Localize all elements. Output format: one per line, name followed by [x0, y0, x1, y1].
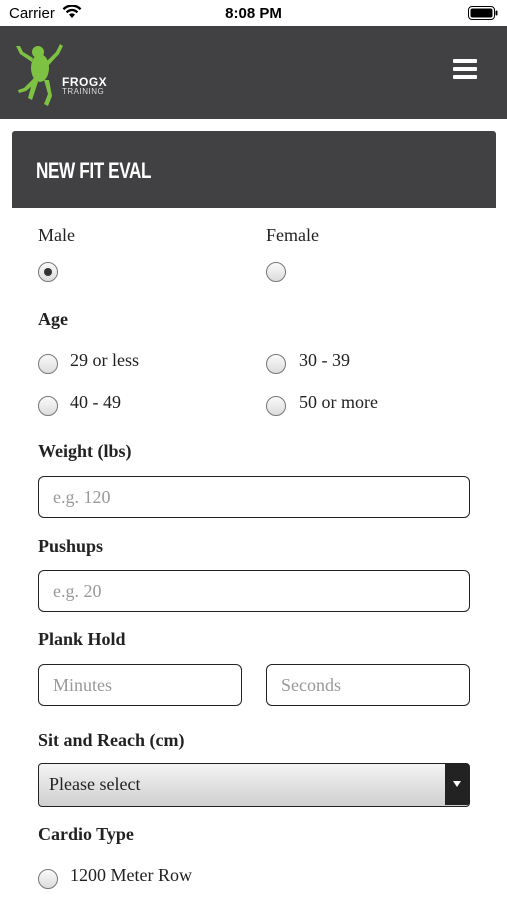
- pushups-label: Pushups: [38, 536, 104, 556]
- logo-subtext: TRAINING: [62, 87, 105, 96]
- frogx-logo[interactable]: FROGX TRAINING: [14, 38, 107, 110]
- age-label: Age: [38, 309, 68, 329]
- select-value: Please select: [49, 774, 141, 794]
- cardio-type-label: Cardio Type: [38, 824, 134, 844]
- age-radio-30-39[interactable]: [266, 354, 286, 374]
- form-card-header: NEW FIT EVAL: [12, 131, 496, 208]
- cardio-radio-1200-meter-row[interactable]: [38, 869, 58, 889]
- age-option-label: 50 or more: [299, 392, 378, 412]
- hamburger-menu-icon[interactable]: [453, 59, 477, 81]
- gender-female-label: Female: [266, 225, 319, 245]
- weight-input[interactable]: [38, 476, 470, 518]
- age-option-label: 30 - 39: [299, 350, 350, 370]
- sit-and-reach-select[interactable]: Please select: [38, 763, 470, 807]
- gender-male-label: Male: [38, 225, 75, 245]
- frog-icon: [16, 44, 63, 106]
- gender-female-radio[interactable]: [266, 262, 286, 282]
- age-option-label: 40 - 49: [70, 392, 121, 412]
- chevron-down-icon: [445, 764, 469, 805]
- cardio-option-label: 1200 Meter Row: [70, 865, 192, 885]
- age-radio-50-or-more[interactable]: [266, 396, 286, 416]
- pushups-input[interactable]: [38, 570, 470, 612]
- age-option-label: 29 or less: [70, 350, 139, 370]
- clock: 8:08 PM: [225, 5, 282, 22]
- gender-male-radio[interactable]: [38, 262, 58, 282]
- plank-hold-label: Plank Hold: [38, 629, 126, 649]
- battery-icon: [468, 6, 498, 20]
- weight-label: Weight (lbs): [38, 441, 132, 461]
- page-title: NEW FIT EVAL: [36, 158, 152, 183]
- sit-and-reach-label: Sit and Reach (cm): [38, 730, 185, 750]
- age-radio-40-49[interactable]: [38, 396, 58, 416]
- app-header: FROGX TRAINING: [0, 26, 507, 119]
- age-radio-29-or-less[interactable]: [38, 354, 58, 374]
- plank-seconds-input[interactable]: [266, 664, 470, 706]
- plank-minutes-input[interactable]: [38, 664, 242, 706]
- status-bar: Carrier 8:08 PM: [0, 0, 507, 26]
